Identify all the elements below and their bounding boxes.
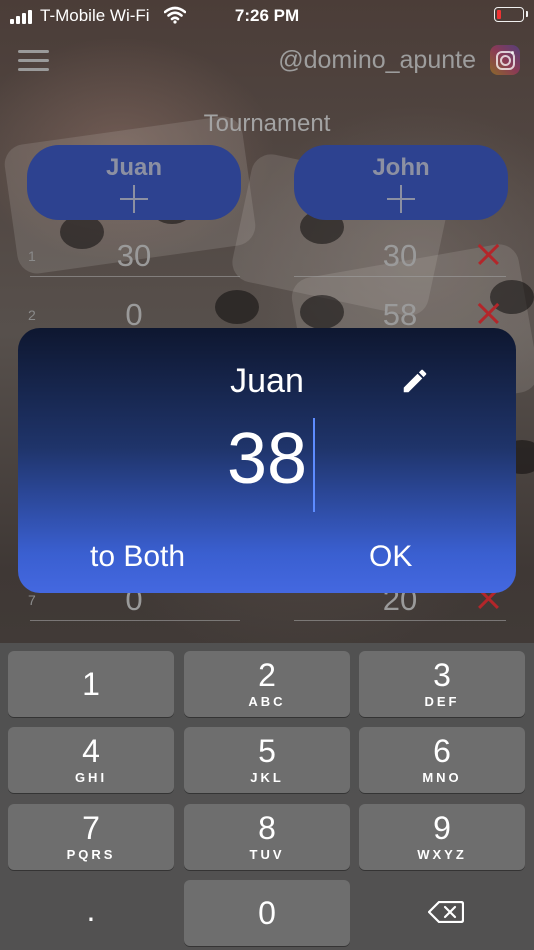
key-digit: 6 (433, 733, 451, 769)
add-points-john-button[interactable]: John (294, 145, 508, 220)
key-digit: 4 (82, 733, 100, 769)
backspace-icon[interactable] (428, 901, 464, 923)
key-digit: 8 (258, 810, 276, 846)
add-points-juan-button[interactable]: Juan (27, 145, 241, 220)
score-input[interactable]: 38 (18, 418, 516, 500)
key-2[interactable]: 2 ABC (184, 651, 350, 717)
key-digit: 2 (258, 657, 276, 693)
key-letters: ABC (248, 694, 286, 709)
key-letters: GHI (74, 770, 108, 785)
key-3[interactable]: 3 DEF (359, 651, 525, 717)
key-letters: PQRS (66, 847, 116, 862)
delete-row-icon[interactable] (476, 242, 500, 266)
plus-icon (387, 185, 415, 213)
key-digit: 9 (433, 810, 451, 846)
key-digit: 1 (82, 666, 100, 702)
dialog-player-name: Juan (230, 362, 304, 400)
key-digit: . (86, 892, 96, 928)
to-both-button[interactable]: to Both (90, 540, 185, 574)
battery-icon (494, 7, 528, 22)
add-score-dialog: Juan 38 to Both OK (18, 328, 516, 593)
hamburger-menu-icon[interactable] (18, 50, 50, 72)
key-digit: 0 (258, 895, 276, 931)
plus-icon (120, 185, 148, 213)
key-1[interactable]: 1 (8, 651, 174, 717)
score-john[interactable]: 30 (294, 238, 506, 274)
key-decimal[interactable]: . (8, 880, 174, 946)
key-letters: MNO (422, 770, 462, 785)
key-digit: 5 (258, 733, 276, 769)
key-8[interactable]: 8 TUV (184, 804, 350, 870)
key-letters: WXYZ (417, 847, 467, 862)
key-letters: DEF (424, 694, 460, 709)
key-digit: 3 (433, 657, 451, 693)
instagram-handle[interactable]: @domino_apunte (278, 46, 476, 75)
instagram-icon[interactable] (490, 45, 520, 75)
score-juan[interactable]: 30 (30, 238, 238, 274)
clock: 7:26 PM (234, 6, 300, 25)
player-name: Juan (105, 154, 162, 181)
status-bar: T-Mobile Wi-Fi 7:26 PM (0, 0, 534, 34)
key-letters: JKL (250, 770, 284, 785)
page-title[interactable]: Tournament (0, 110, 534, 138)
key-7[interactable]: 7 PQRS (8, 804, 174, 870)
key-0[interactable]: 0 (184, 880, 350, 946)
player-name: John (372, 154, 430, 181)
key-6[interactable]: 6 MNO (359, 727, 525, 793)
key-4[interactable]: 4 GHI (8, 727, 174, 793)
key-5[interactable]: 5 JKL (184, 727, 350, 793)
pencil-icon[interactable] (400, 366, 430, 396)
key-digit: 7 (82, 810, 100, 846)
delete-row-icon[interactable] (476, 301, 500, 325)
key-9[interactable]: 9 WXYZ (359, 804, 525, 870)
text-cursor (313, 418, 315, 512)
ok-button[interactable]: OK (369, 540, 412, 574)
key-letters: TUV (249, 847, 285, 862)
score-row: 1 30 30 (0, 228, 534, 280)
